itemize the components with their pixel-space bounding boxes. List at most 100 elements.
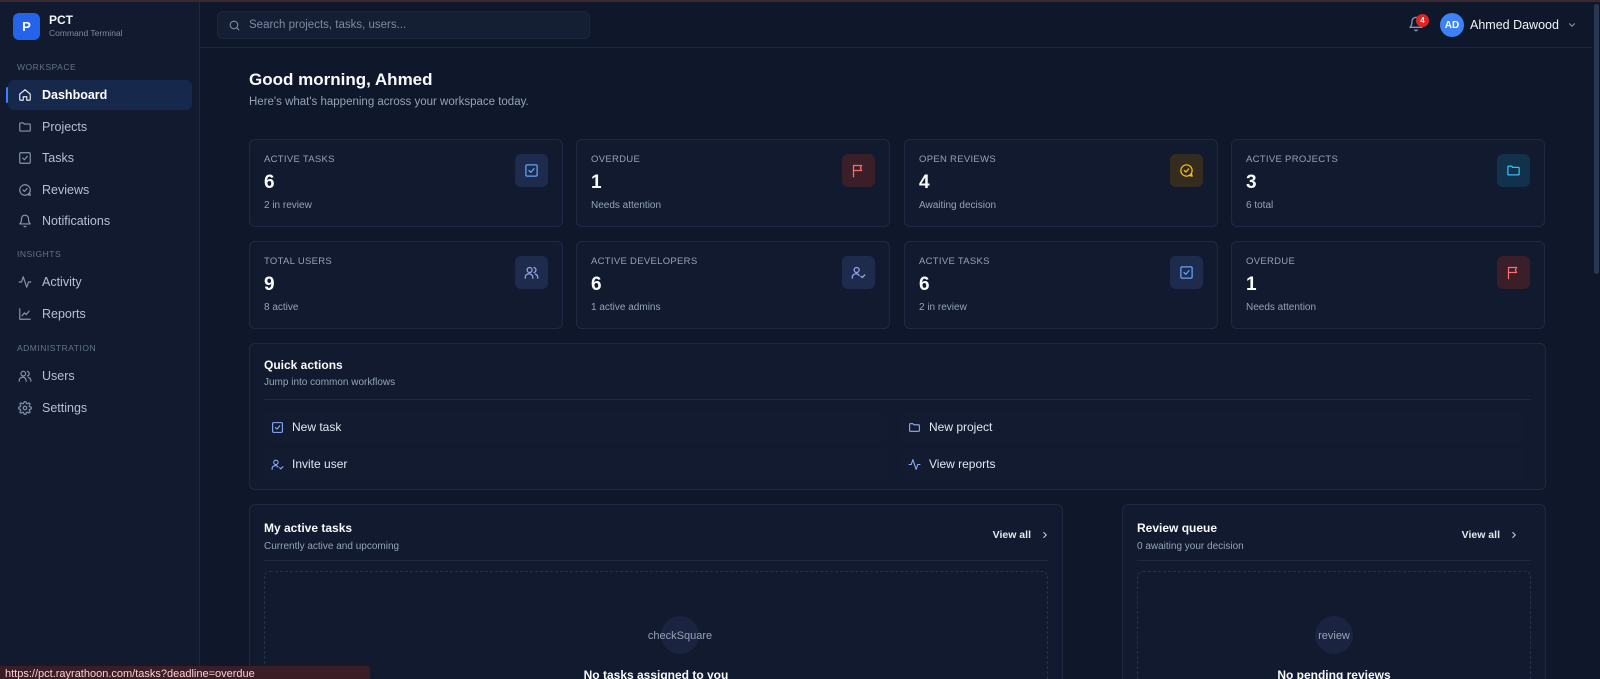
activity-icon xyxy=(18,275,32,289)
message-circle-icon xyxy=(1170,154,1203,187)
brand[interactable]: P PCT Command Terminal xyxy=(0,2,199,50)
new-task-button[interactable]: New task xyxy=(264,411,887,443)
empty-state-icon-text: review xyxy=(1318,630,1350,642)
stat-subtext: 8 active xyxy=(264,302,299,313)
user-menu[interactable]: AD Ahmed Dawood xyxy=(1440,13,1577,37)
search-bar[interactable] xyxy=(217,11,590,39)
brand-name: PCT xyxy=(49,13,73,27)
stat-card[interactable]: OVERDUE 1 Needs attention xyxy=(1231,241,1545,329)
quick-actions-title: Quick actions xyxy=(264,358,343,372)
users-icon xyxy=(515,256,548,289)
stat-value: 6 xyxy=(919,274,930,295)
sidebar-item-tasks[interactable]: Tasks xyxy=(8,143,192,173)
browser-status-url: https://pct.rayrathoon.com/tasks?deadlin… xyxy=(0,666,370,679)
divider xyxy=(264,560,1048,561)
folder-icon xyxy=(18,120,32,134)
search-input[interactable] xyxy=(249,19,569,31)
sidebar-item-label: Reviews xyxy=(42,182,90,197)
users-icon xyxy=(18,369,32,383)
flag-icon xyxy=(842,154,875,187)
sidebar-item-label: Projects xyxy=(42,119,88,134)
brand-subtitle: Command Terminal xyxy=(49,28,123,38)
sidebar-item-dashboard[interactable]: Dashboard xyxy=(6,80,192,110)
view-all-label: View all xyxy=(992,529,1031,541)
stat-subtext: 2 in review xyxy=(919,302,967,313)
sidebar-item-activity[interactable]: Activity xyxy=(8,267,192,297)
empty-state-title: No tasks assigned to you xyxy=(583,668,729,679)
nav-section-title: WORKSPACE xyxy=(17,62,77,72)
folder-icon xyxy=(1497,154,1530,187)
stat-card[interactable]: ACTIVE DEVELOPERS 6 1 active admins xyxy=(576,241,890,329)
sidebar-item-label: Settings xyxy=(42,400,88,415)
sidebar-item-users[interactable]: Users xyxy=(8,361,192,391)
quick-action-label: Invite user xyxy=(292,457,348,471)
stat-label: OPEN REVIEWS xyxy=(919,154,996,165)
stat-subtext: 6 total xyxy=(1246,200,1274,211)
line-chart-icon xyxy=(18,307,32,321)
invite-user-button[interactable]: Invite user xyxy=(264,448,887,480)
stat-card[interactable]: TOTAL USERS 9 8 active xyxy=(249,241,563,329)
sidebar-item-reviews[interactable]: Reviews xyxy=(8,175,192,205)
flag-icon xyxy=(1497,256,1530,289)
page-scrollbar[interactable] xyxy=(1592,2,1600,679)
quick-action-label: View reports xyxy=(929,457,996,471)
folder-icon xyxy=(908,421,921,434)
sidebar-item-label: Notifications xyxy=(42,214,111,228)
stat-value: 4 xyxy=(919,172,930,193)
stat-subtext: Needs attention xyxy=(1246,302,1317,313)
sidebar-item-reports[interactable]: Reports xyxy=(8,299,192,329)
sidebar-item-settings[interactable]: Settings xyxy=(8,393,192,423)
gear-icon xyxy=(18,400,32,415)
user-check-icon xyxy=(271,458,284,471)
sidebar-item-projects[interactable]: Projects xyxy=(8,112,192,142)
chevron-right-icon xyxy=(1509,530,1519,540)
stat-label: ACTIVE DEVELOPERS xyxy=(591,256,698,267)
stat-subtext: 2 in review xyxy=(264,200,312,211)
user-name: Ahmed Dawood xyxy=(1470,18,1559,32)
stat-label: ACTIVE PROJECTS xyxy=(1246,154,1339,165)
scrollbar-thumb[interactable] xyxy=(1594,4,1599,274)
user-check-icon xyxy=(842,256,875,289)
divider xyxy=(1137,560,1531,561)
brand-logo: P xyxy=(13,12,40,40)
empty-state: review No pending reviews xyxy=(1137,571,1531,679)
stat-card[interactable]: ACTIVE PROJECTS 3 6 total xyxy=(1231,139,1545,227)
empty-state-title: No pending reviews xyxy=(1277,668,1391,679)
top-header: 4 AD Ahmed Dawood xyxy=(200,2,1592,48)
view-all-tasks-link[interactable]: View all xyxy=(993,529,1050,541)
panel-subtitle: 0 awaiting your decision xyxy=(1137,541,1244,552)
stat-value: 1 xyxy=(1246,274,1257,295)
stat-card[interactable]: ACTIVE TASKS 6 2 in review xyxy=(249,139,563,227)
stat-subtext: Awaiting decision xyxy=(919,200,997,211)
new-project-button[interactable]: New project xyxy=(901,411,1524,443)
stat-value: 1 xyxy=(591,172,602,193)
sidebar-item-label: Activity xyxy=(42,275,82,289)
empty-state: checkSquare No tasks assigned to you xyxy=(264,571,1048,679)
stat-card[interactable]: OVERDUE 1 Needs attention xyxy=(576,139,890,227)
divider xyxy=(264,399,1531,400)
avatar: AD xyxy=(1440,13,1464,37)
stat-label: OVERDUE xyxy=(1246,256,1296,267)
quick-actions-subtitle: Jump into common workflows xyxy=(264,377,396,388)
stat-value: 6 xyxy=(591,274,602,295)
stat-subtext: Needs attention xyxy=(591,200,662,211)
stat-subtext: 1 active admins xyxy=(591,302,661,313)
check-square-icon xyxy=(271,421,284,434)
stat-label: TOTAL USERS xyxy=(264,256,333,267)
sidebar-item-notifications[interactable]: Notifications xyxy=(8,206,192,236)
view-all-label: View all xyxy=(1461,529,1500,541)
sidebar: P PCT Command Terminal WORKSPACE Dashboar… xyxy=(0,2,200,679)
stat-card[interactable]: ACTIVE TASKS 6 2 in review xyxy=(904,241,1218,329)
my-active-tasks-panel: My active tasks Currently active and upc… xyxy=(249,504,1063,679)
page-title: Good morning, Ahmed xyxy=(249,70,433,89)
page-subtitle: Here's what's happening across your work… xyxy=(249,96,529,108)
quick-action-label: New task xyxy=(292,420,342,434)
stat-card[interactable]: OPEN REVIEWS 4 Awaiting decision xyxy=(904,139,1218,227)
chevron-down-icon xyxy=(1567,20,1577,30)
message-circle-icon xyxy=(18,183,32,197)
view-reports-button[interactable]: View reports xyxy=(901,448,1524,480)
stat-label: ACTIVE TASKS xyxy=(264,154,335,165)
check-square-icon xyxy=(515,154,548,187)
stat-value: 3 xyxy=(1246,172,1257,193)
view-all-reviews-link[interactable]: View all xyxy=(1462,529,1519,541)
